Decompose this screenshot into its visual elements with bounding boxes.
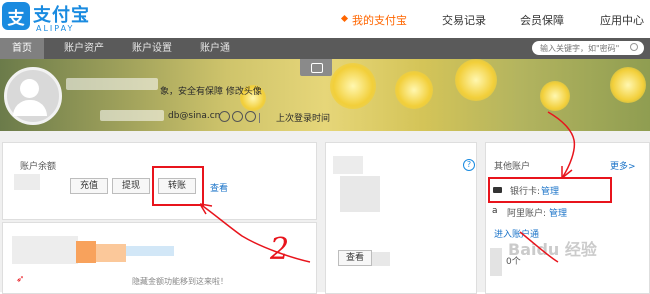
arrow-to-transfer xyxy=(199,203,311,263)
annotation-layer xyxy=(199,111,576,263)
step-number: 2 xyxy=(270,232,290,267)
arrow-to-account-pass xyxy=(519,231,559,263)
arrow-to-bank-card xyxy=(547,111,576,179)
arrow-head-bank-card xyxy=(561,166,573,179)
